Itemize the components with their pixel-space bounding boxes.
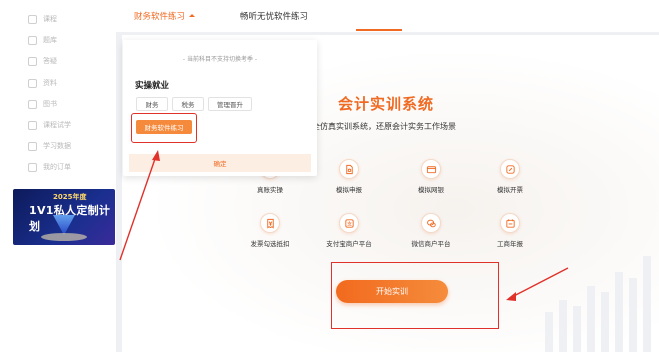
yen-receipt-icon [260, 213, 280, 233]
dropdown-notice: - 当前科目不支持切换考季 - [182, 56, 258, 63]
bar-chart-decoration [545, 256, 651, 352]
sidebar-item-materials[interactable]: 资料 [28, 76, 57, 90]
subject-dropdown: - 当前科目不支持切换考季 - 实操就业 财务 税务 管理晋升 财务软件练习 确… [123, 40, 317, 176]
tab-underline [356, 29, 402, 31]
declare-icon [339, 159, 359, 179]
feature-label: 支付宝商户平台 [326, 240, 372, 248]
banner-year: 2025年度 [53, 193, 87, 201]
confirm-button[interactable]: 确定 [129, 154, 311, 172]
hero-subtitle: 全仿真实训系统，还原会计实务工作场景 [312, 122, 456, 131]
question-icon [28, 56, 37, 66]
chip-finance-software-selected[interactable]: 财务软件练习 [136, 120, 192, 134]
clock-icon [28, 120, 37, 130]
sidebar-item-label: 资料 [43, 79, 57, 87]
promo-banner[interactable]: 2025年度 1V1私人定制计划 [13, 189, 115, 245]
order-icon [28, 162, 37, 172]
sidebar-item-qa[interactable]: 答疑 [28, 54, 57, 68]
feature-alipay[interactable]: 支 支付宝商户平台 [319, 213, 379, 248]
wechat-icon [421, 213, 441, 233]
feature-label: 模拟开票 [497, 186, 523, 194]
chip-management[interactable]: 管理晋升 [208, 97, 252, 111]
sidebar-item-label: 我的订单 [43, 163, 71, 171]
feature-label: 发票勾选抵扣 [250, 240, 290, 248]
tab-finance-software[interactable]: 财务软件练习 [134, 10, 196, 22]
feature-bank[interactable]: 模拟网银 [401, 159, 461, 194]
feature-label: 模拟网银 [418, 186, 444, 194]
tab-unlimited-software[interactable]: 畅听无忧软件练习 [240, 10, 308, 22]
folder-icon [28, 78, 37, 88]
sidebar-item-books[interactable]: 图书 [28, 97, 57, 111]
sidebar-item-label: 学习数据 [43, 142, 71, 150]
invoice-edit-icon [500, 159, 520, 179]
sidebar-item-trial[interactable]: 课程试学 [28, 118, 71, 132]
feature-label: 模拟申报 [336, 186, 362, 194]
sidebar-item-orders[interactable]: 我的订单 [28, 160, 71, 174]
chart-icon [28, 141, 37, 151]
top-tab-bar: 财务软件练习 畅听无忧软件练习 [116, 0, 659, 32]
feature-label: 真账实操 [257, 186, 283, 194]
feature-invoice[interactable]: 模拟开票 [480, 159, 540, 194]
banner-stage-graphic [41, 233, 87, 241]
feature-wechat[interactable]: 微信商户平台 [401, 213, 461, 248]
bank-card-icon [421, 159, 441, 179]
tab-label: 畅听无忧软件练习 [240, 12, 309, 22]
alipay-icon: 支 [339, 213, 359, 233]
sidebar-item-label: 答疑 [43, 57, 57, 65]
calendar-report-icon [500, 213, 520, 233]
caret-up-icon [189, 14, 196, 17]
sidebar-item-question-bank[interactable]: 题库 [28, 33, 57, 47]
dropdown-section-title: 实操就业 [135, 81, 170, 91]
tab-label: 财务软件练习 [134, 12, 186, 22]
sidebar-item-label: 课程 [43, 15, 57, 23]
sidebar: 课程 题库 答疑 资料 图书 课程试学 学习数据 我的订单 2025年度 1V1… [0, 0, 116, 352]
feature-label: 工商年报 [497, 240, 523, 248]
sidebar-item-courses[interactable]: 课程 [28, 12, 57, 26]
book-icon [28, 99, 37, 109]
sidebar-item-label: 课程试学 [43, 121, 71, 129]
chip-tax[interactable]: 税务 [172, 97, 204, 111]
feature-label: 微信商户平台 [411, 240, 451, 248]
sidebar-item-study-data[interactable]: 学习数据 [28, 139, 71, 153]
sidebar-item-label: 图书 [43, 100, 57, 108]
hero-title: 会计实训系统 [338, 95, 435, 113]
feature-deduction[interactable]: 发票勾选抵扣 [240, 213, 300, 248]
sidebar-item-label: 题库 [43, 36, 57, 44]
screen-icon [28, 14, 37, 24]
start-training-button[interactable]: 开始实训 [336, 280, 448, 303]
svg-text:支: 支 [346, 220, 351, 227]
document-icon [28, 35, 37, 45]
chip-finance[interactable]: 财务 [136, 97, 168, 111]
feature-annual-report[interactable]: 工商年报 [480, 213, 540, 248]
feature-declare[interactable]: 模拟申报 [319, 159, 379, 194]
